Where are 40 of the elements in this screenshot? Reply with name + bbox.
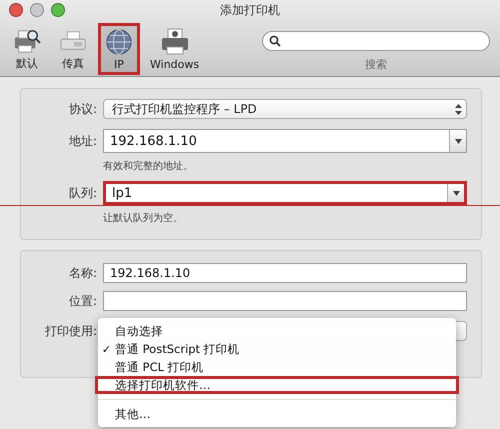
toolbar-tab[interactable]: 传真 [52,23,94,75]
minimize-window-button[interactable] [30,3,44,17]
checkmark-icon: ✓ [102,342,112,356]
menu-item[interactable]: 其他… [95,405,459,423]
search-label: 搜索 [365,57,387,72]
queue-combo-box[interactable]: lp1 [103,181,467,205]
field-label: 协议: [68,100,97,118]
location-field[interactable] [103,291,467,311]
address-combo-box[interactable]: 192.168.1.10 [103,129,467,153]
menu-item-label: 其他… [115,406,150,422]
toolbar-tab[interactable]: IP [98,23,140,75]
menu-item-label: 普通 PostScript 打印机 [115,342,240,356]
field-label: 地址: [68,132,97,150]
toolbar-tab[interactable]: 默认 [6,23,48,75]
search-field[interactable] [262,31,490,51]
hint-text: 有效和完整的地址。 [103,160,193,173]
field-label: 队列: [68,184,97,202]
field-label: 打印使用: [44,322,97,340]
protocol-select[interactable]: 行式打印机监控程序 – LPD [103,99,467,119]
menu-item[interactable]: 选择打印机软件… [95,376,459,394]
menu-item[interactable]: ✓ 普通 PostScript 打印机 [95,340,459,358]
field-label: 位置: [68,292,97,310]
zoom-window-button[interactable] [51,3,65,17]
name-field[interactable]: 192.168.1.10 [103,263,467,283]
printer-icon [160,28,190,56]
menu-item-label: 普通 PCL 打印机 [115,360,204,374]
field-label: 名称: [68,264,97,282]
window-title: 添加打印机 [220,2,280,18]
hint-text: 让默认队列为空。 [103,212,183,225]
menu-item-label: 自动选择 [115,324,163,338]
menu-item-label: 选择打印机软件… [115,378,210,392]
dropdown-arrow-icon [454,138,462,144]
close-window-button[interactable] [9,3,23,17]
stepper-arrows-icon [455,104,462,114]
search-icon [269,35,281,47]
menu-item[interactable]: 普通 PCL 打印机 [95,358,459,376]
globe-icon [104,28,134,56]
dropdown-arrow-icon [452,190,460,196]
toolbar-tab[interactable]: Windows [144,23,206,75]
printer-magnifier-icon [12,28,42,54]
